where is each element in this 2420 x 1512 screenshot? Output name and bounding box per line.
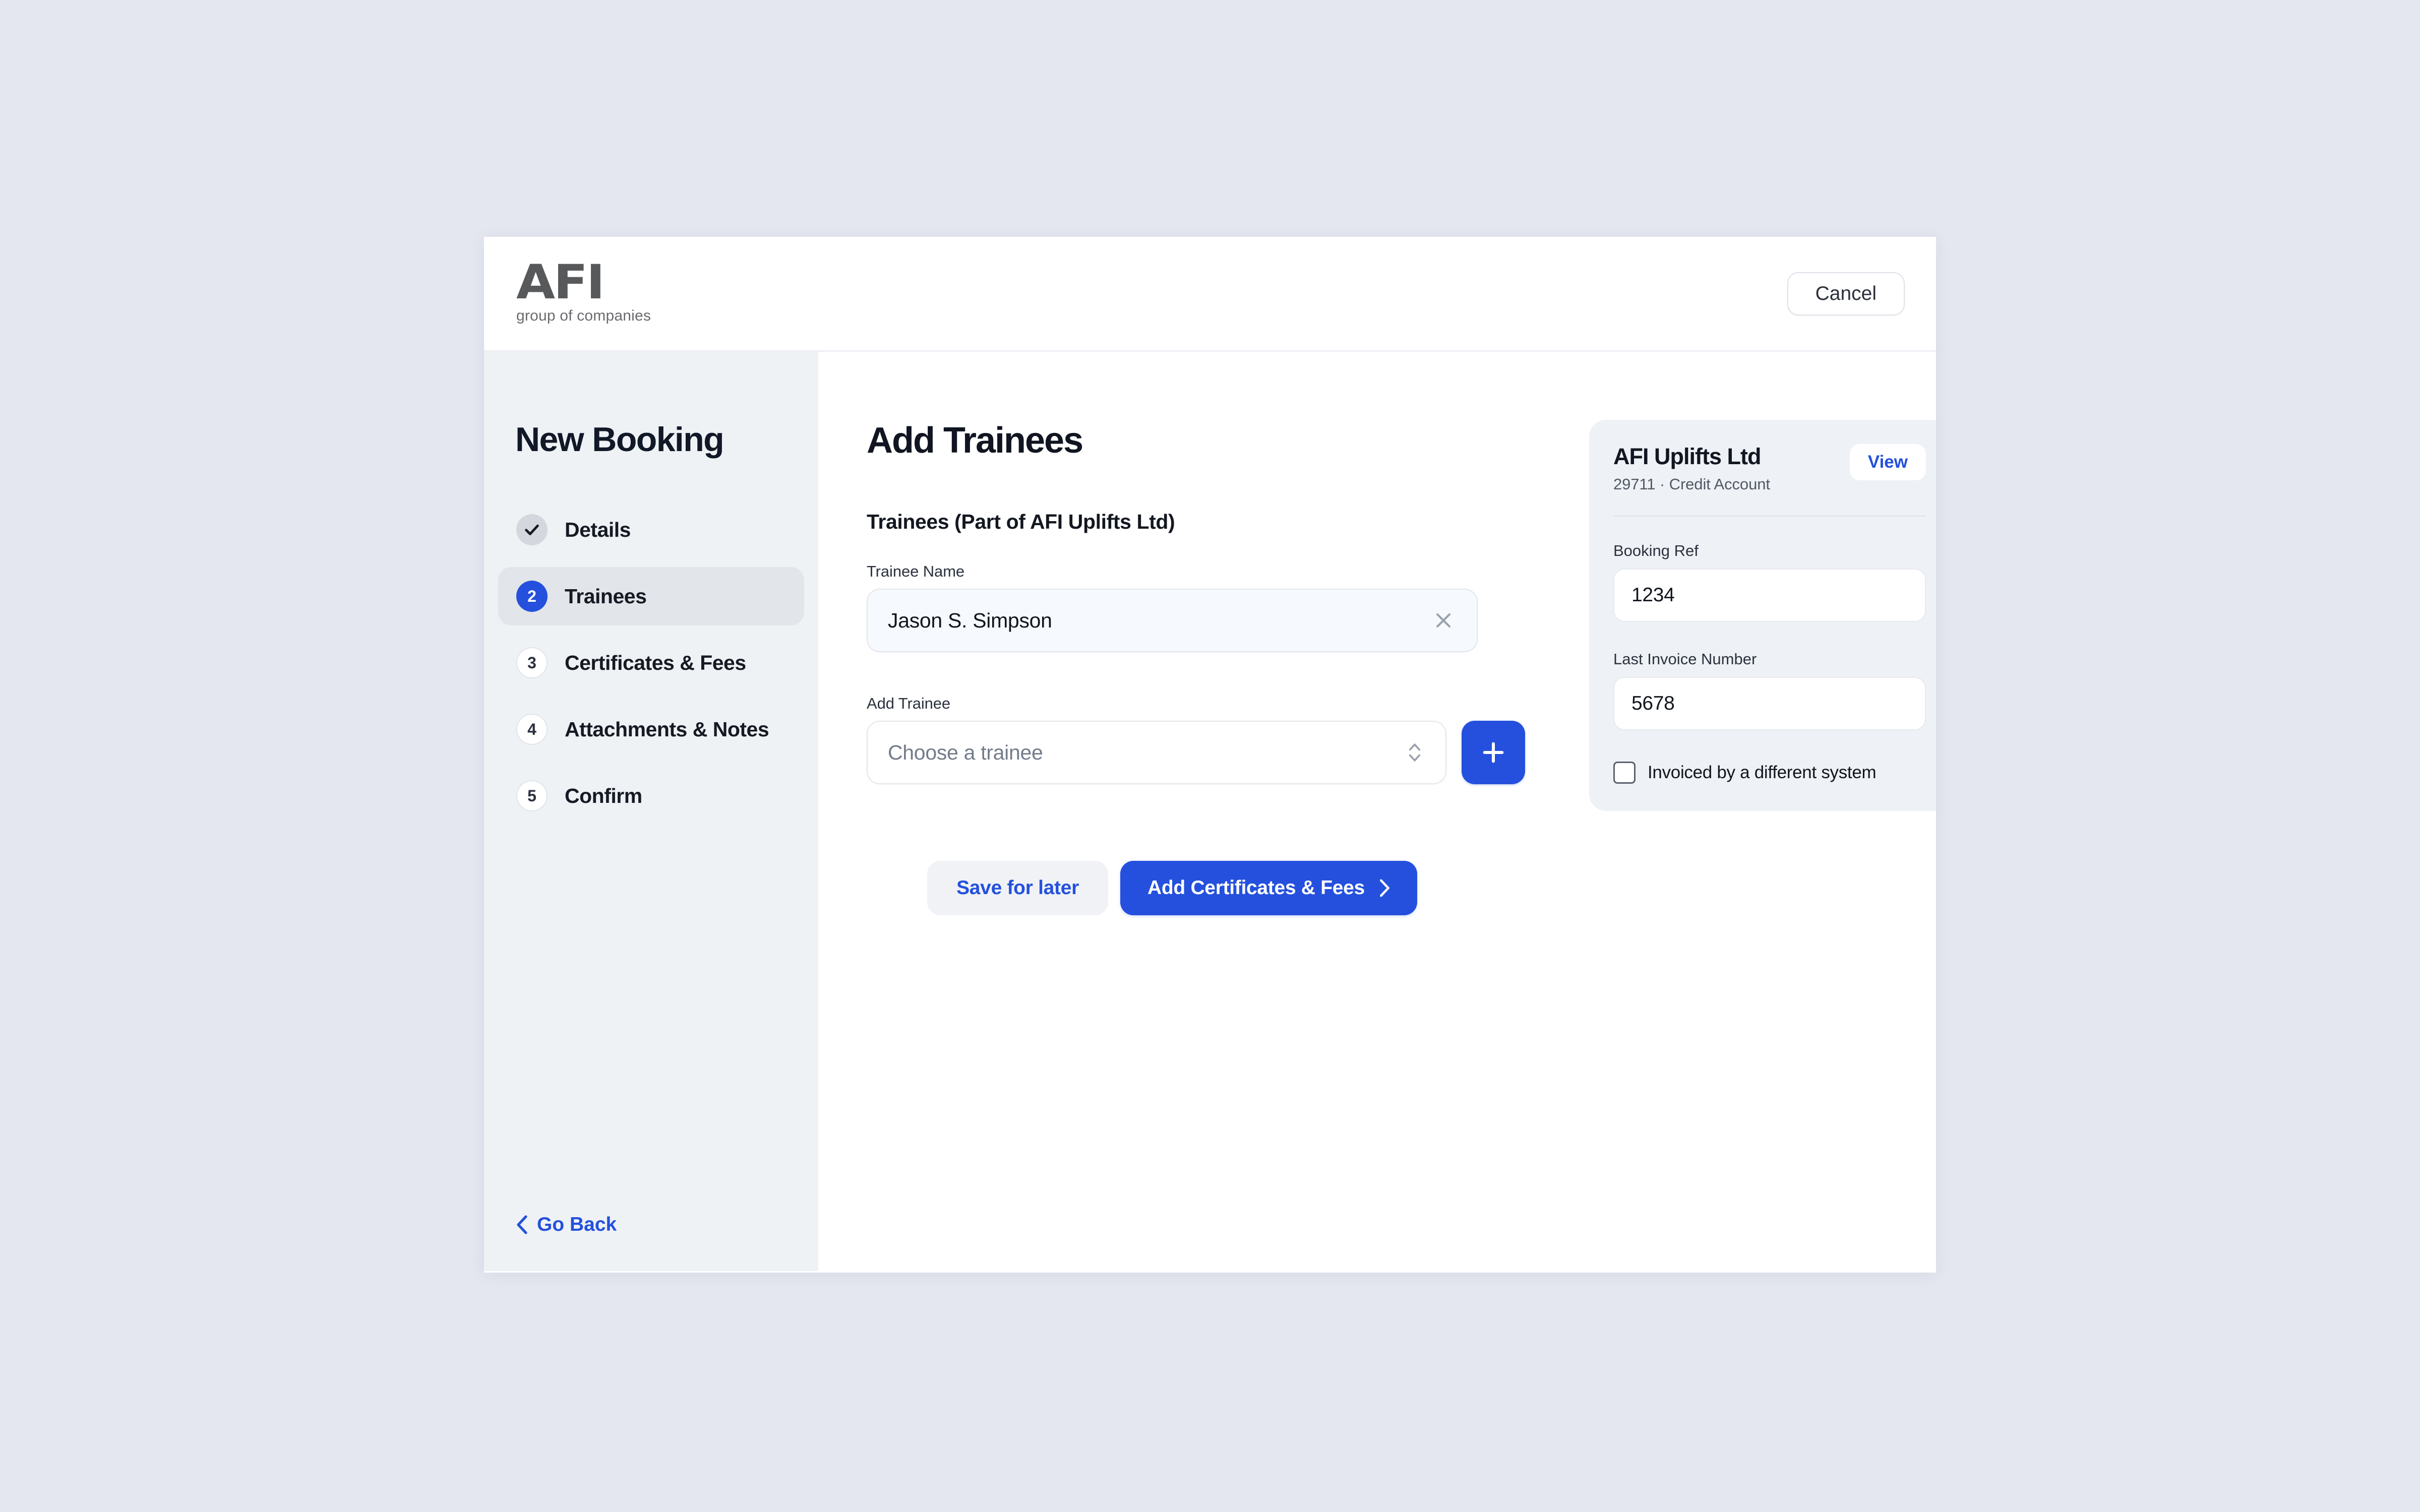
invoiced-different-system-label: Invoiced by a different system <box>1648 762 1877 782</box>
go-back-label: Go Back <box>537 1214 617 1235</box>
add-trainee-row: Choose a trainee <box>867 721 1527 784</box>
sidebar-item-attachments-notes[interactable]: 4 Attachments & Notes <box>498 700 804 759</box>
main-content: Add Trainees Trainees (Part of AFI Uplif… <box>818 352 1936 1271</box>
trainee-name-input[interactable]: Jason S. Simpson <box>867 589 1478 652</box>
trainees-form-column: Add Trainees Trainees (Part of AFI Uplif… <box>867 420 1527 1271</box>
sidebar-item-details[interactable]: Details <box>498 500 804 559</box>
step-marker-todo: 3 <box>516 647 548 678</box>
account-aside: AFI Uplifts Ltd 29711 · Credit Account V… <box>1527 420 1936 1271</box>
sidebar-title: New Booking <box>515 420 724 459</box>
sidebar-item-confirm[interactable]: 5 Confirm <box>498 767 804 825</box>
account-meta: 29711 · Credit Account <box>1613 475 1770 493</box>
booking-ref-label: Booking Ref <box>1613 541 1699 559</box>
check-icon <box>525 524 539 535</box>
sidebar-item-label: Certificates & Fees <box>565 651 746 674</box>
add-trainee-label: Add Trainee <box>867 695 951 712</box>
account-header: AFI Uplifts Ltd 29711 · Credit Account V… <box>1613 444 1926 493</box>
chevron-right-icon <box>1379 879 1389 897</box>
sidebar-item-label: Details <box>565 518 631 541</box>
trainee-name-label: Trainee Name <box>867 562 965 580</box>
last-invoice-input[interactable]: 5678 <box>1613 676 1926 730</box>
form-actions: Save for later Add Certificates & Fees <box>867 861 1478 915</box>
booking-ref-field: Booking Ref 1234 <box>1613 542 1926 622</box>
booking-sidebar: New Booking Details 2 Trainees 3 Certifi… <box>484 352 818 1271</box>
app-body: New Booking Details 2 Trainees 3 Certifi… <box>484 352 1936 1271</box>
add-trainee-button[interactable] <box>1462 721 1525 784</box>
plus-icon <box>1483 742 1504 763</box>
chevron-left-icon <box>517 1215 527 1234</box>
sidebar-item-certificates-fees[interactable]: 3 Certificates & Fees <box>498 634 804 692</box>
close-icon[interactable] <box>1432 609 1455 632</box>
account-card: AFI Uplifts Ltd 29711 · Credit Account V… <box>1589 420 1936 811</box>
add-certificates-fees-button[interactable]: Add Certificates & Fees <box>1120 861 1417 915</box>
sidebar-item-trainees[interactable]: 2 Trainees <box>498 567 804 625</box>
trainee-select[interactable]: Choose a trainee <box>867 721 1446 784</box>
step-marker-todo: 5 <box>516 780 548 811</box>
step-list: Details 2 Trainees 3 Certificates & Fees… <box>484 500 818 825</box>
trainee-name-value: Jason S. Simpson <box>888 608 1052 632</box>
view-account-button[interactable]: View <box>1849 444 1926 480</box>
sidebar-item-label: Trainees <box>565 584 647 608</box>
go-back-link[interactable]: Go Back <box>515 1214 617 1236</box>
card-divider <box>1613 515 1926 517</box>
sidebar-item-label: Confirm <box>565 784 642 807</box>
account-name: AFI Uplifts Ltd <box>1613 444 1761 469</box>
step-marker-todo: 4 <box>516 714 548 745</box>
page-title: Add Trainees <box>867 420 1083 461</box>
step-marker-current: 2 <box>516 581 548 612</box>
last-invoice-field: Last Invoice Number 5678 <box>1613 650 1926 730</box>
step-marker-done <box>516 514 548 545</box>
sidebar-item-label: Attachments & Notes <box>565 717 769 741</box>
app-header: AFI group of companies Cancel <box>484 237 1936 352</box>
account-identity: AFI Uplifts Ltd 29711 · Credit Account <box>1613 444 1770 493</box>
next-button-label: Add Certificates & Fees <box>1147 877 1365 899</box>
afi-wordmark: AFI <box>516 255 605 310</box>
afi-tagline: group of companies <box>516 307 651 325</box>
section-title: Trainees (Part of AFI Uplifts Ltd) <box>867 510 1175 533</box>
booking-ref-input[interactable]: 1234 <box>1613 568 1926 622</box>
afi-logo: AFI group of companies <box>515 255 651 325</box>
last-invoice-label: Last Invoice Number <box>1613 650 1757 668</box>
trainee-select-placeholder: Choose a trainee <box>888 740 1043 764</box>
save-for-later-button[interactable]: Save for later <box>927 861 1108 915</box>
chevron-updown-icon <box>1409 743 1421 762</box>
add-trainee-field: Add Trainee Choose a trainee <box>867 695 1527 784</box>
invoiced-different-system-row[interactable]: Invoiced by a different system <box>1613 761 1926 784</box>
invoiced-different-system-checkbox[interactable] <box>1613 761 1636 784</box>
trainee-name-field: Trainee Name Jason S. Simpson <box>867 562 1527 652</box>
cancel-button[interactable]: Cancel <box>1787 272 1905 316</box>
booking-window: AFI group of companies Cancel New Bookin… <box>484 237 1936 1273</box>
